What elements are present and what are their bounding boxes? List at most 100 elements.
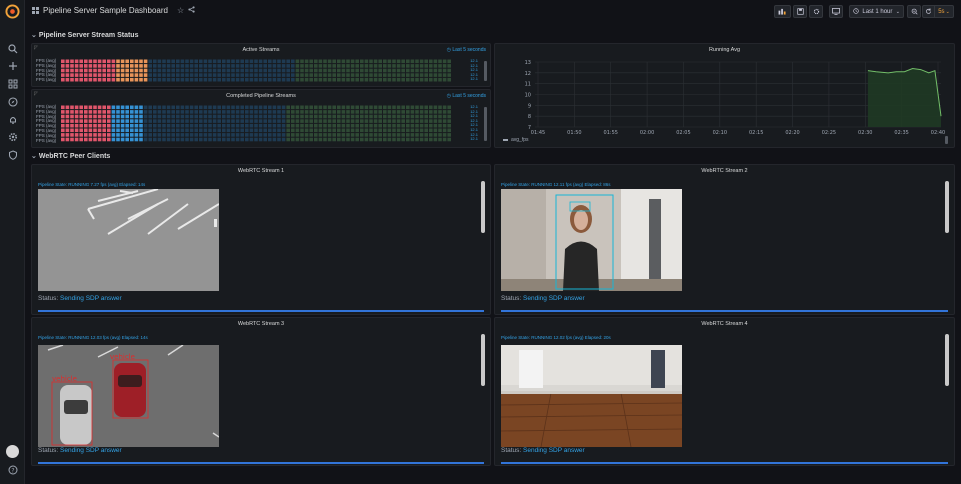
refresh-button[interactable] (922, 5, 934, 18)
status-tile (314, 73, 318, 77)
status-tile (447, 110, 451, 114)
panel-title[interactable]: Completed Pipeline Streams (32, 93, 490, 99)
panel-title[interactable]: WebRTC Stream 4 (495, 321, 954, 327)
status-tile (208, 105, 212, 110)
status-tile (272, 123, 277, 128)
share-icon[interactable] (188, 6, 195, 15)
status-tile (272, 119, 277, 123)
status-tile (148, 110, 152, 114)
status-tile (93, 119, 97, 123)
shield-icon[interactable] (6, 148, 19, 161)
save-dashboard-button[interactable] (793, 5, 807, 18)
status-tile (139, 119, 143, 123)
explore-icon[interactable] (6, 95, 19, 108)
status-tile (433, 114, 438, 119)
status-tile (162, 105, 166, 110)
time-picker-button[interactable]: Last 1 hour ⌄ (849, 5, 904, 18)
time-info-link[interactable]: ◷ Last 5 seconds (447, 93, 486, 99)
status-tile (406, 59, 410, 64)
status-tile (217, 59, 221, 64)
scrollbar[interactable] (945, 136, 948, 144)
status-tile (217, 137, 221, 142)
status-tile (176, 73, 180, 77)
status-tile (429, 77, 433, 82)
scrollbar[interactable] (945, 334, 949, 386)
status-tile (111, 110, 116, 114)
status-tile (387, 123, 392, 128)
running-avg-chart[interactable]: 7891011121301:45 01:50 01:55 02:00 02:05 02:1… (495, 44, 956, 149)
scrollbar[interactable] (481, 334, 485, 386)
panel-title[interactable]: WebRTC Stream 2 (495, 168, 954, 174)
dashboard-title[interactable]: Pipeline Server Sample Dashboard (43, 6, 168, 15)
zoom-out-button[interactable] (907, 5, 921, 18)
status-tile (281, 133, 286, 137)
star-icon[interactable]: ☆ (177, 6, 184, 15)
status-tile (102, 59, 106, 64)
status-tile (97, 110, 102, 114)
refresh-interval-dropdown[interactable]: 5s ⌄ (934, 5, 954, 18)
webrtc-stream-2-panel: WebRTC Stream 2 Pipeline State: RUNNING … (494, 164, 955, 315)
status-tile (166, 105, 171, 110)
status-tile (323, 68, 327, 73)
status-tile (120, 114, 125, 119)
status-tile (70, 73, 74, 77)
status-tile (130, 77, 134, 82)
status-tile (406, 114, 410, 119)
status-value: Sending SDP answer (60, 295, 122, 302)
chevron-down-icon: ⌄ (31, 32, 37, 39)
status-tile (346, 110, 350, 114)
fps-value: 12.1 (470, 76, 478, 82)
dashboards-icon[interactable] (6, 77, 19, 90)
status-tile (383, 128, 387, 133)
status-tile (107, 64, 111, 68)
gear-icon[interactable] (6, 130, 19, 143)
scrollbar[interactable] (484, 61, 487, 81)
status-tile (185, 133, 189, 137)
search-icon[interactable] (6, 42, 19, 55)
active-streams-panel: ◸ Active Streams ◷ Last 5 seconds FPS (a… (31, 43, 491, 87)
status-tile (180, 64, 185, 68)
video-feed-parking-lot[interactable] (38, 189, 219, 291)
scrollbar[interactable] (484, 107, 487, 141)
status-tile (166, 77, 171, 82)
status-tile (84, 68, 88, 73)
video-feed-person[interactable] (501, 189, 682, 291)
panel-title[interactable]: WebRTC Stream 1 (32, 168, 490, 174)
status-tile (429, 119, 433, 123)
status-tile (268, 77, 272, 82)
alerting-bell-icon[interactable] (6, 113, 19, 126)
scrollbar[interactable] (945, 181, 949, 233)
tv-mode-button[interactable] (829, 5, 843, 18)
status-tile (424, 137, 428, 142)
time-info-link[interactable]: ◷ Last 5 seconds (447, 47, 486, 53)
status-tile (360, 114, 364, 119)
status-tile (203, 68, 208, 73)
help-icon[interactable]: ? (6, 463, 19, 476)
status-tile (212, 59, 217, 64)
panel-title[interactable]: Active Streams (32, 47, 490, 53)
scrollbar[interactable] (481, 181, 485, 233)
status-tile (194, 77, 198, 82)
status-tile (373, 64, 378, 68)
status-tile (396, 119, 401, 123)
status-tile (424, 77, 428, 82)
row-header-stream-status[interactable]: ⌄ Pipeline Server Stream Status (31, 31, 138, 39)
status-tile (300, 114, 304, 119)
status-tile (208, 68, 212, 73)
video-feed-vehicles[interactable]: vehicle vehicle (38, 345, 219, 447)
plus-icon[interactable] (6, 59, 19, 72)
settings-gear-button[interactable] (809, 5, 823, 18)
status-tile (295, 64, 300, 68)
status-tile (387, 128, 392, 133)
video-feed-empty-room[interactable] (501, 345, 682, 447)
grafana-logo-icon[interactable] (5, 4, 20, 19)
status-tile (107, 68, 111, 73)
row-header-webrtc[interactable]: ⌄ WebRTC Peer Clients (31, 152, 110, 160)
panel-title[interactable]: WebRTC Stream 3 (32, 321, 490, 327)
avatar[interactable] (6, 445, 19, 458)
status-tile (208, 64, 212, 68)
chart-legend[interactable]: avg_fps (503, 137, 529, 143)
pipeline-state: Pipeline State: RUNNING 12.11 fps (avg) … (501, 182, 611, 187)
status-tile (125, 137, 129, 142)
add-panel-button[interactable] (774, 5, 791, 18)
